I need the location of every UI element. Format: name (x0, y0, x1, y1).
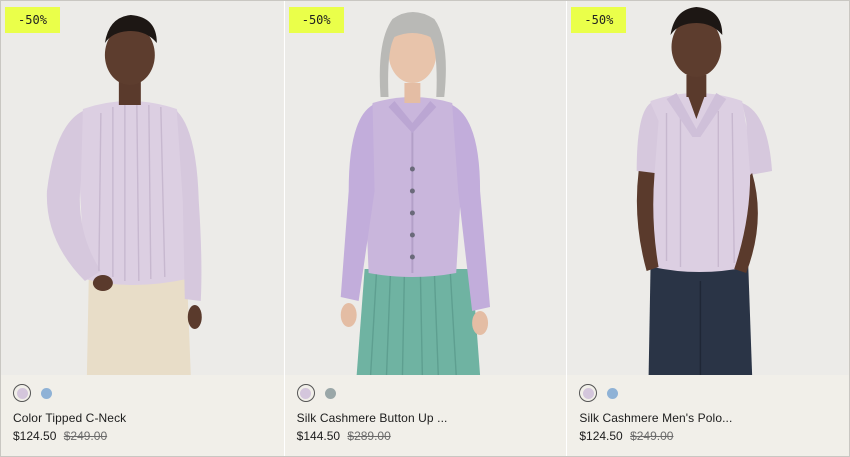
product-image-3[interactable] (567, 1, 850, 375)
product-name[interactable]: Silk Cashmere Button Up ... (297, 411, 448, 425)
product-card-1[interactable]: -50% Color Tipped C-Neck $124.50 $249.00 (1, 1, 284, 456)
color-swatches (13, 384, 52, 402)
price-block: $124.50 $249.00 (13, 429, 107, 443)
sale-price: $124.50 (13, 429, 57, 443)
original-price: $249.00 (63, 429, 108, 443)
swatch-blue[interactable] (41, 387, 52, 399)
discount-badge: -50% (5, 7, 60, 33)
price-block: $144.50 $289.00 (297, 429, 391, 443)
model-photo-man-sweater (1, 1, 284, 375)
swatch-blue[interactable] (607, 387, 619, 399)
product-card-3[interactable]: -50% Silk Cashmere Men's Polo... $124.50… (566, 1, 850, 456)
swatch-lavender-selected[interactable] (13, 384, 31, 402)
product-name[interactable]: Silk Cashmere Men's Polo... (579, 411, 732, 425)
product-image-1[interactable] (1, 1, 284, 375)
swatch-lavender-selected[interactable] (579, 384, 598, 402)
color-swatches (296, 384, 336, 402)
discount-badge: -50% (571, 7, 627, 33)
price-block: $124.50 $249.00 (579, 429, 673, 443)
original-price: $289.00 (347, 429, 391, 443)
sale-price: $124.50 (579, 429, 623, 443)
product-grid: -50% Color Tipped C-Neck $124.50 $249.00 (1, 1, 850, 456)
product-name[interactable]: Color Tipped C-Neck (13, 411, 126, 425)
color-swatches (579, 384, 619, 402)
model-photo-woman-cardigan (284, 1, 567, 375)
swatch-sage[interactable] (324, 387, 336, 399)
model-photo-man-polo (567, 1, 850, 375)
product-image-2[interactable] (284, 1, 567, 375)
original-price: $249.00 (630, 429, 674, 443)
swatch-lavender-selected[interactable] (296, 384, 315, 402)
discount-badge: -50% (288, 7, 344, 33)
product-card-2[interactable]: -50% Silk Cashmere Button Up ... $144.50… (283, 1, 567, 456)
sale-price: $144.50 (296, 429, 341, 443)
